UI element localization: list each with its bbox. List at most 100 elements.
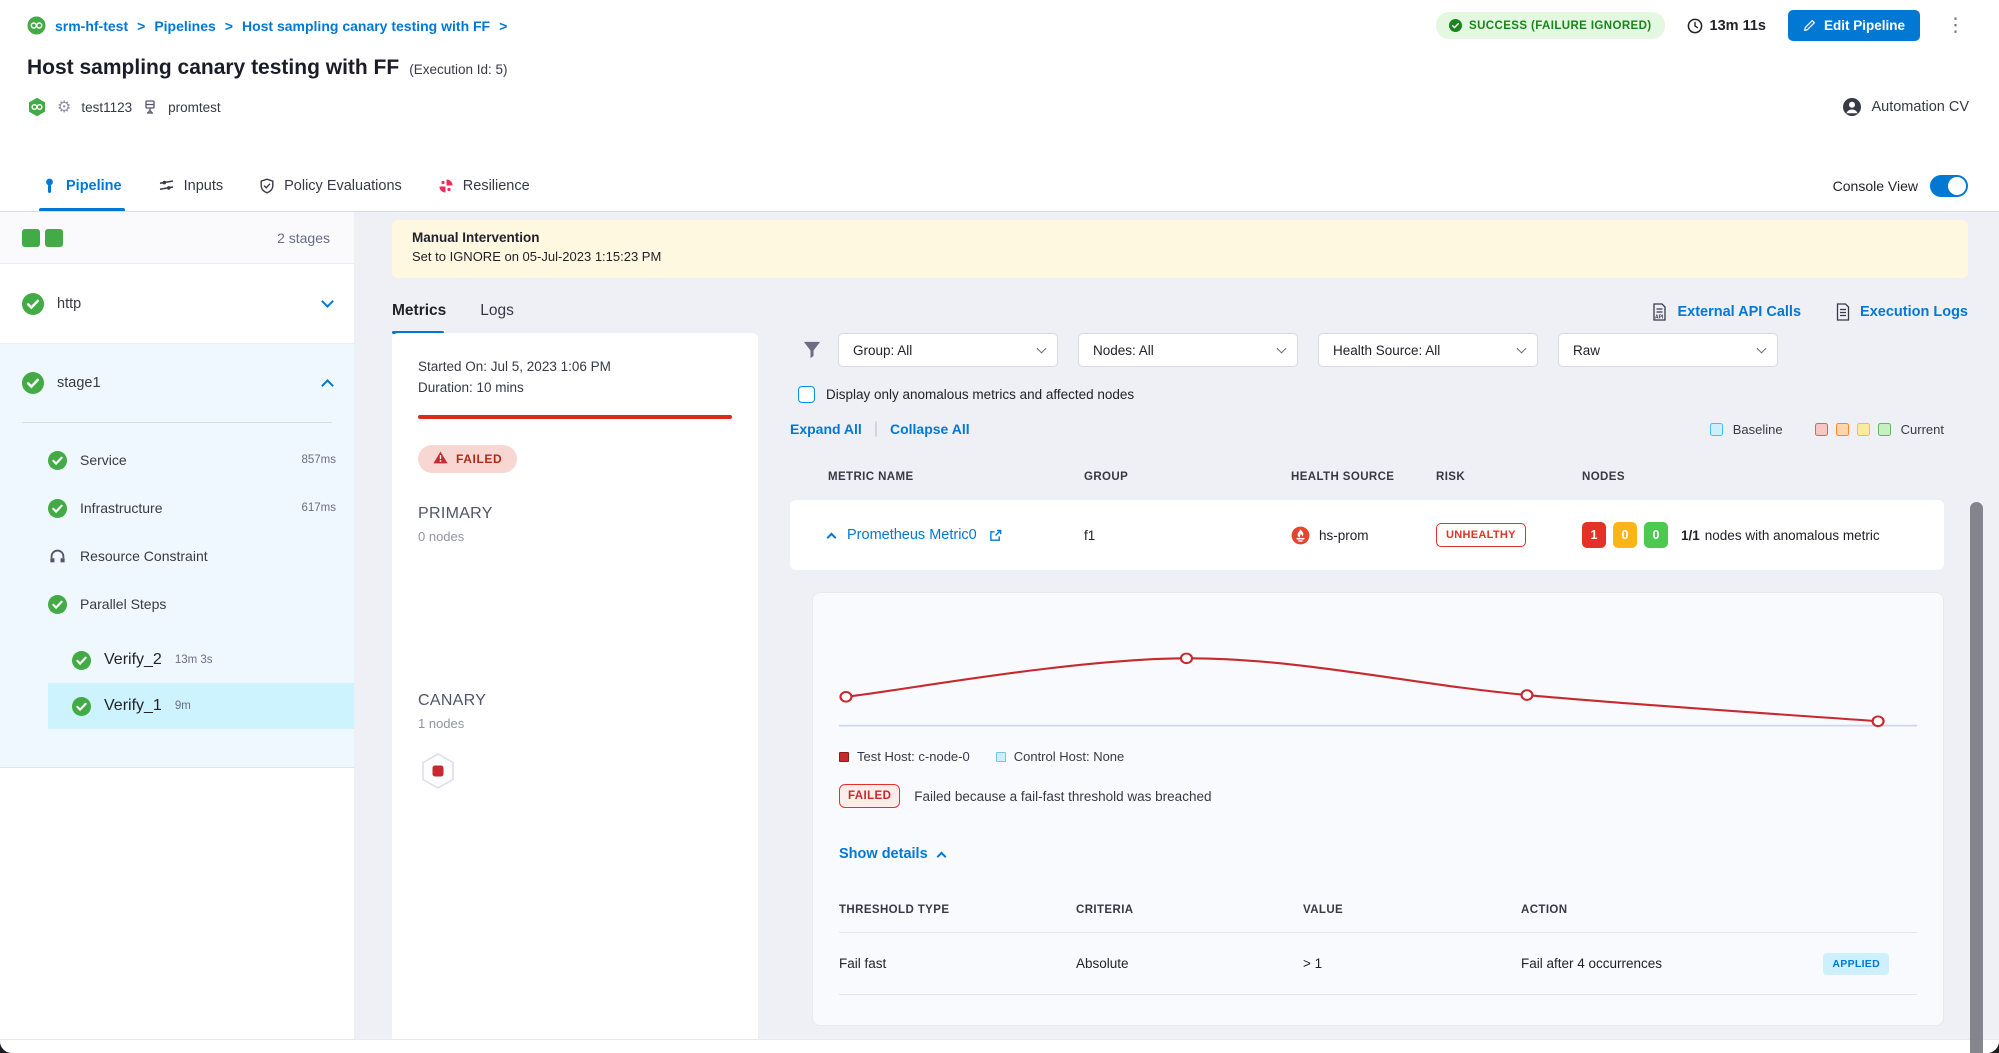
srm-module-icon bbox=[27, 16, 46, 35]
tab-logs[interactable]: Logs bbox=[480, 302, 514, 322]
metrics-logs-tabrow: Metrics Logs API External API Calls Exec… bbox=[392, 290, 1968, 334]
step-label: Verify_1 bbox=[104, 697, 162, 715]
stage-count-label: 2 stages bbox=[277, 230, 330, 246]
sidebar-step-parallel-steps[interactable]: Parallel Steps bbox=[0, 580, 354, 628]
sidebar-stage-stage1[interactable]: stage1 bbox=[0, 344, 354, 422]
step-label: Infrastructure bbox=[80, 500, 288, 516]
group-filter-select[interactable]: Group: All bbox=[838, 333, 1058, 367]
main-tabbar: Pipeline Inputs Policy Evaluations Resil… bbox=[0, 160, 1999, 212]
edit-pipeline-label: Edit Pipeline bbox=[1824, 18, 1905, 33]
breadcrumb-pipeline[interactable]: Host sampling canary testing with FF bbox=[242, 18, 490, 34]
canary-node-hexagon[interactable] bbox=[418, 751, 458, 791]
breadcrumb-separator: > bbox=[225, 18, 233, 34]
environment-icon bbox=[142, 99, 158, 115]
failure-reason-row: FAILED Failed because a fail-fast thresh… bbox=[839, 784, 1917, 808]
chevron-down-icon bbox=[1277, 344, 1287, 354]
anomalous-only-checkbox[interactable] bbox=[798, 386, 815, 403]
inputs-icon bbox=[158, 178, 175, 194]
primary-node-count: 0 nodes bbox=[418, 529, 732, 544]
chevron-down-icon bbox=[1517, 344, 1527, 354]
breadcrumb-separator: > bbox=[499, 18, 507, 34]
sidebar-step-verify-1[interactable]: Verify_1 9m bbox=[48, 683, 354, 729]
metric-table-row[interactable]: Prometheus Metric0 f1 hs-prom UNHEALTHY bbox=[790, 500, 1944, 570]
failed-badge: FAILED bbox=[839, 784, 900, 808]
tab-inputs[interactable]: Inputs bbox=[158, 160, 224, 211]
current-swatch-orange bbox=[1836, 423, 1849, 436]
canary-label: CANARY bbox=[418, 692, 732, 710]
health-source-filter-value: Health Source: All bbox=[1333, 343, 1440, 358]
sidebar-step-resource-constraint[interactable]: Resource Constraint bbox=[0, 532, 354, 580]
chevron-up-icon[interactable] bbox=[321, 379, 334, 392]
execution-logs-link[interactable]: Execution Logs bbox=[1835, 303, 1968, 321]
expand-all-link[interactable]: Expand All bbox=[790, 421, 862, 437]
external-api-calls-label: External API Calls bbox=[1677, 304, 1801, 320]
started-on: Started On: Jul 5, 2023 1:06 PM bbox=[418, 357, 732, 378]
check-circle-icon bbox=[1449, 19, 1462, 32]
nodes-filter-select[interactable]: Nodes: All bbox=[1078, 333, 1298, 367]
step-label: Parallel Steps bbox=[80, 596, 323, 612]
vertical-scrollbar[interactable] bbox=[1970, 502, 1983, 1053]
environment-name[interactable]: promtest bbox=[168, 100, 221, 115]
tab-pipeline[interactable]: Pipeline bbox=[42, 160, 122, 211]
threshold-table-row: Fail fast Absolute > 1 Fail after 4 occu… bbox=[839, 933, 1917, 995]
health-source-filter-select[interactable]: Health Source: All bbox=[1318, 333, 1538, 367]
stage-success-square bbox=[45, 229, 63, 247]
execution-id: (Execution Id: 5) bbox=[409, 62, 507, 77]
breadcrumb-project[interactable]: srm-hf-test bbox=[55, 18, 128, 34]
current-swatch-yellow bbox=[1857, 423, 1870, 436]
console-view-toggle[interactable] bbox=[1930, 175, 1968, 197]
nodes-filter-value: Nodes: All bbox=[1093, 343, 1154, 358]
primary-label: PRIMARY bbox=[418, 505, 732, 523]
control-host-label: Control Host: None bbox=[1014, 749, 1125, 764]
tab-metrics[interactable]: Metrics bbox=[392, 302, 446, 322]
user-avatar-icon bbox=[1842, 97, 1862, 117]
group-filter-value: Group: All bbox=[853, 343, 912, 358]
more-options-menu-icon[interactable]: ⋮ bbox=[1942, 14, 1969, 37]
check-circle-icon bbox=[48, 499, 67, 518]
anomalous-nodes-ratio: 1/1 bbox=[1681, 528, 1700, 543]
metric-group-value: f1 bbox=[1084, 528, 1291, 543]
baseline-label: Baseline bbox=[1733, 422, 1783, 437]
status-badge: SUCCESS (FAILURE IGNORED) bbox=[1436, 12, 1665, 39]
view-mode-select[interactable]: Raw bbox=[1558, 333, 1778, 367]
col-action: ACTION bbox=[1521, 904, 1917, 916]
pipeline-icon bbox=[42, 178, 57, 194]
current-swatch-green bbox=[1878, 423, 1891, 436]
external-api-calls-link[interactable]: API External API Calls bbox=[1651, 303, 1801, 321]
stage-label: http bbox=[57, 296, 310, 312]
sidebar-step-infrastructure[interactable]: Infrastructure 617ms bbox=[0, 484, 354, 532]
external-link-icon[interactable] bbox=[989, 529, 1002, 542]
tab-pipeline-label: Pipeline bbox=[66, 178, 122, 194]
stage-label: stage1 bbox=[57, 375, 310, 391]
execution-logs-label: Execution Logs bbox=[1860, 304, 1968, 320]
expand-collapse-row: Expand All | Collapse All Baseline Curre… bbox=[790, 420, 1944, 438]
col-metric-name: METRIC NAME bbox=[828, 471, 1084, 483]
tab-inputs-label: Inputs bbox=[184, 178, 224, 194]
user-name[interactable]: Automation CV bbox=[1871, 99, 1969, 115]
risk-badge: UNHEALTHY bbox=[1436, 523, 1526, 547]
edit-pipeline-button[interactable]: Edit Pipeline bbox=[1788, 10, 1920, 41]
duration-value: 13m 11s bbox=[1710, 18, 1766, 34]
breadcrumb-pipelines[interactable]: Pipelines bbox=[154, 18, 215, 34]
stage-success-square bbox=[22, 229, 40, 247]
tab-policy-evaluations[interactable]: Policy Evaluations bbox=[259, 160, 402, 211]
filter-funnel-icon[interactable] bbox=[802, 340, 822, 360]
chevron-down-icon[interactable] bbox=[321, 295, 334, 308]
test-host-label: Test Host: c-node-0 bbox=[857, 749, 970, 764]
service-name[interactable]: test1123 bbox=[81, 100, 132, 115]
threshold-type-value: Fail fast bbox=[839, 956, 1076, 971]
test-host-swatch bbox=[839, 752, 849, 762]
node-count-chip-yellow: 0 bbox=[1613, 522, 1637, 548]
collapse-all-link[interactable]: Collapse All bbox=[890, 421, 970, 437]
sidebar-step-verify-2[interactable]: Verify_2 13m 3s bbox=[48, 637, 354, 683]
collapse-row-chevron-icon[interactable] bbox=[827, 532, 837, 542]
criteria-value: Absolute bbox=[1076, 956, 1303, 971]
sidebar-stage-http[interactable]: http bbox=[0, 264, 354, 344]
tab-resilience[interactable]: Resilience bbox=[438, 160, 530, 211]
metric-detail-card: Test Host: c-node-0 Control Host: None F… bbox=[812, 592, 1944, 1026]
sidebar-step-service[interactable]: Service 857ms bbox=[0, 436, 354, 484]
metric-name-link[interactable]: Prometheus Metric0 bbox=[847, 527, 977, 543]
col-threshold-type: THRESHOLD TYPE bbox=[839, 904, 1076, 916]
show-details-link[interactable]: Show details bbox=[839, 846, 1917, 862]
queue-icon bbox=[48, 547, 67, 566]
